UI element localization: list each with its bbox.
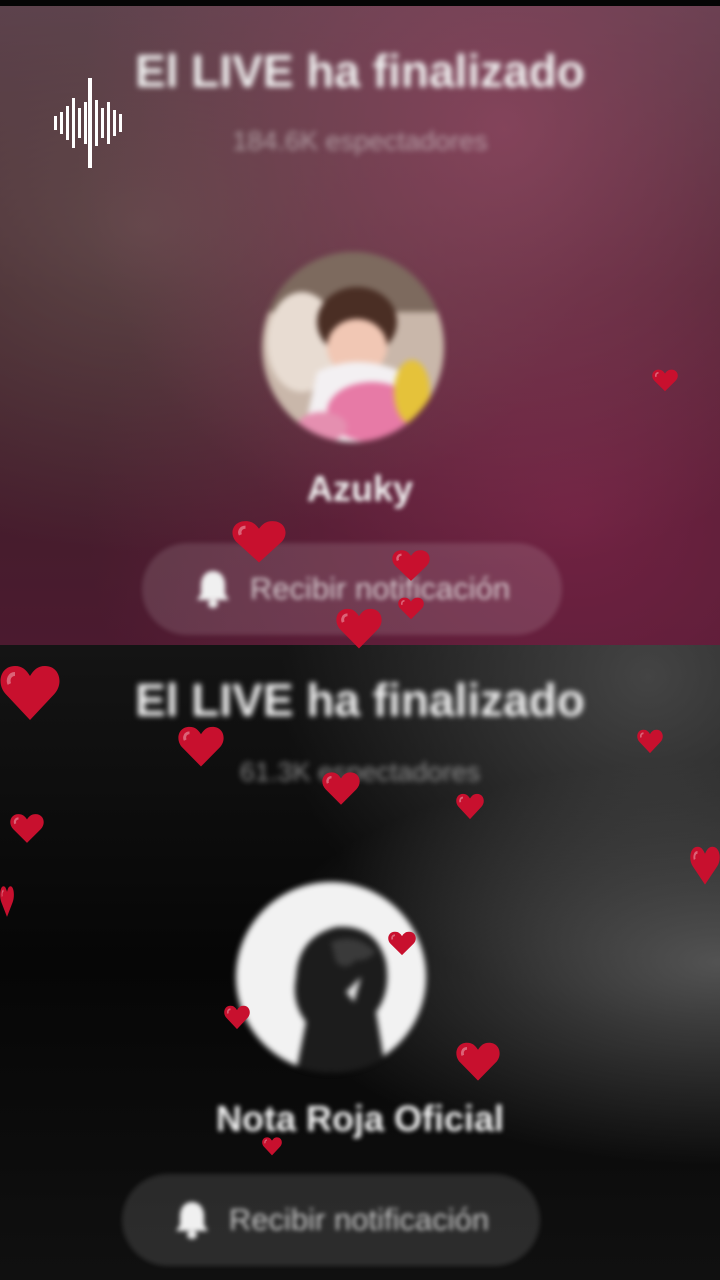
streamer-username[interactable]: Nota Roja Oficial (0, 1098, 720, 1140)
heart-icon (637, 728, 663, 754)
audio-waveform-icon (54, 78, 126, 168)
heart-icon (232, 518, 286, 564)
heart-icon (10, 812, 44, 844)
avatar-image (236, 882, 426, 1072)
heart-icon (388, 930, 416, 956)
notify-button-label: Recibir notificación (228, 1202, 490, 1237)
notify-button-label: Recibir notificación (249, 571, 511, 606)
heart-icon (0, 884, 14, 918)
viewer-count: 61.3K espectadores (239, 757, 481, 787)
live-ended-title: El LIVE ha finalizado (135, 674, 585, 726)
heart-icon (690, 844, 720, 886)
live-ended-card-bottom: El LIVE ha finalizado 61.3K espectadores… (0, 645, 720, 1280)
heart-icon (456, 792, 484, 820)
heart-icon (398, 596, 424, 620)
status-bar-edge (0, 0, 720, 6)
heart-icon (0, 662, 60, 722)
avatar-image (262, 252, 444, 442)
heart-icon (392, 548, 430, 582)
heart-icon (224, 1004, 250, 1030)
heart-icon (322, 770, 360, 806)
heart-icon (178, 724, 224, 768)
heart-icon (336, 606, 382, 650)
notify-button[interactable]: Recibir notificación (122, 1174, 540, 1266)
heart-icon (652, 368, 678, 392)
streamer-avatar[interactable] (236, 882, 426, 1072)
heart-icon (262, 1136, 282, 1156)
streamer-username[interactable]: Azuky (0, 468, 720, 510)
bell-icon (173, 1200, 211, 1240)
heart-icon (456, 1040, 500, 1082)
streamer-avatar[interactable] (262, 252, 444, 442)
bell-icon (194, 569, 232, 609)
